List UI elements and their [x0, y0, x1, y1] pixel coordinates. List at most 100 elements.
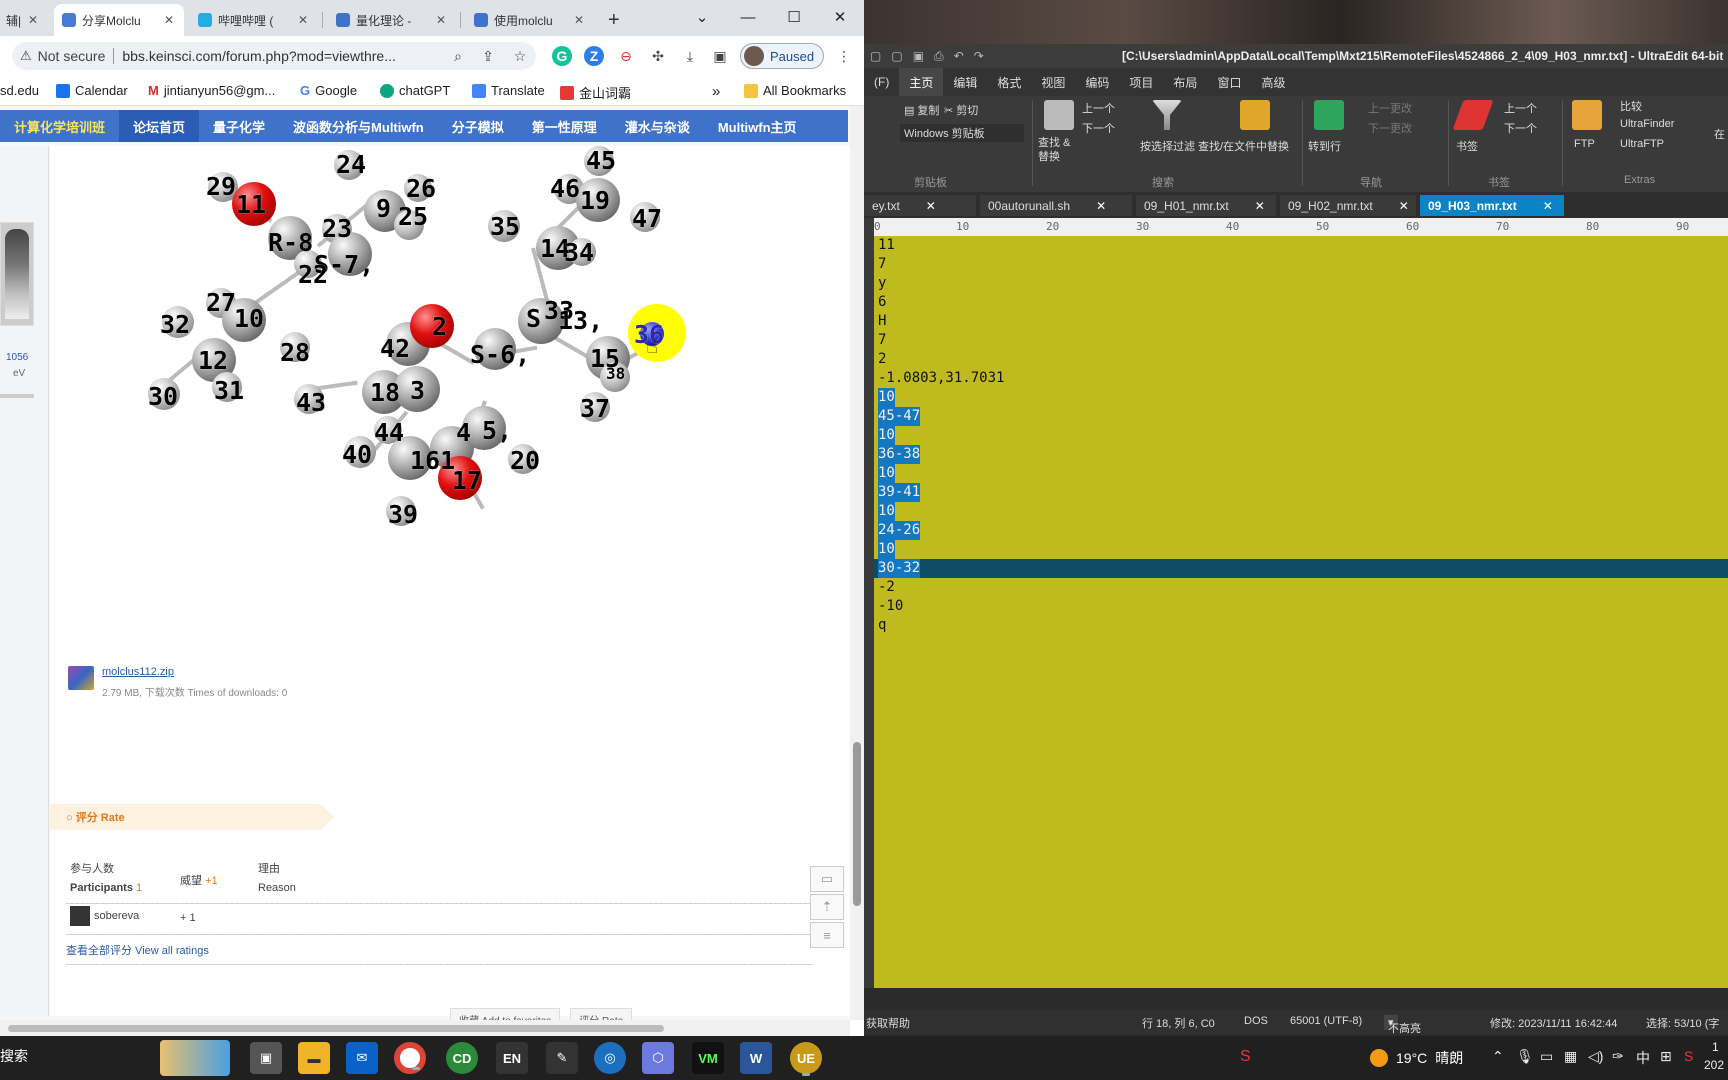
word-icon[interactable]: W	[740, 1042, 772, 1074]
file-tab[interactable]: 00autorunall.sh ✕	[980, 195, 1132, 216]
star-bookmark-icon[interactable]: ☆	[510, 46, 530, 66]
menu-edit[interactable]: 编辑	[943, 68, 987, 96]
chrome-icon[interactable]	[394, 1042, 426, 1074]
menu-layout[interactable]: 布局	[1163, 68, 1207, 96]
app-icon-gallery[interactable]: ▣	[250, 1042, 282, 1074]
file-tab[interactable]: ey.txt ✕	[864, 195, 976, 216]
file-explorer-icon[interactable]: ▬	[298, 1042, 330, 1074]
back-to-top-icon[interactable]: ⇡	[810, 894, 844, 920]
url-text[interactable]: bbs.keinsci.com/forum.php?mod=viewthre..…	[122, 48, 396, 64]
status-encoding[interactable]: 65001 (UTF-8)	[1290, 1015, 1362, 1027]
bookmark-item[interactable]: Calendar	[56, 83, 128, 98]
menu-coding[interactable]: 编码	[1075, 68, 1119, 96]
browser-tab-4[interactable]: 量化理论 - ✕	[328, 4, 456, 36]
scrollbar-thumb[interactable]	[8, 1025, 664, 1032]
all-bookmarks-folder[interactable]: All Bookmarks	[744, 83, 846, 98]
menu-home[interactable]: 主页	[899, 68, 944, 96]
status-eol[interactable]: DOS	[1244, 1015, 1268, 1027]
undo-icon[interactable]: ↶	[954, 49, 964, 64]
close-icon[interactable]: ✕	[436, 13, 446, 27]
prev-change-button[interactable]: 上一更改	[1368, 100, 1412, 116]
magnifier-tool-icon[interactable]: ✎	[546, 1042, 578, 1074]
new-file-icon[interactable]: ▢	[870, 49, 881, 64]
open-icon[interactable]: ▢	[891, 49, 902, 64]
close-icon[interactable]: ✕	[926, 199, 936, 213]
compare-button[interactable]: 比较	[1620, 98, 1642, 114]
close-icon[interactable]: ✕	[1399, 199, 1409, 213]
browser-tab-1[interactable]: 辅| ✕	[0, 4, 48, 36]
tab-search-dropdown-icon[interactable]: ⌄	[680, 0, 724, 34]
pen-icon[interactable]: ✑	[1612, 1048, 1624, 1065]
next-change-button[interactable]: 下一更改	[1368, 120, 1412, 136]
nav-training[interactable]: 计算化学培训班	[0, 110, 119, 142]
close-icon[interactable]: ✕	[1543, 199, 1553, 213]
vpn-app-icon[interactable]: ⬡	[642, 1042, 674, 1074]
more-button[interactable]: 在	[1714, 126, 1725, 142]
comment-icon[interactable]: ▭	[810, 866, 844, 892]
bookmark-item[interactable]: G Google	[300, 83, 357, 98]
view-all-ratings-link[interactable]: 查看全部评分 View all ratings	[66, 942, 209, 958]
profile-button[interactable]: Paused	[740, 43, 824, 69]
app-tray-icon-2[interactable]: S	[1684, 1048, 1693, 1064]
chevron-up-icon[interactable]: ⌃	[1492, 1048, 1504, 1065]
nav-first-principles[interactable]: 第一性原理	[518, 110, 611, 142]
file-tab[interactable]: 09_H02_nmr.txt ✕	[1280, 195, 1416, 216]
print-icon[interactable]: ⎙	[934, 49, 944, 64]
vertical-scrollbar[interactable]	[850, 106, 864, 1020]
input-method-icon[interactable]: 中	[1636, 1048, 1650, 1068]
bookmark-item[interactable]: sd.edu	[0, 83, 39, 98]
microphone-icon[interactable]: 🎙	[1516, 1048, 1534, 1065]
status-highlight-select[interactable]: 不高亮 ▾	[1384, 1015, 1421, 1035]
close-icon[interactable]: ✕	[1096, 199, 1106, 213]
clock-date[interactable]: 202	[1704, 1058, 1724, 1072]
maximize-button[interactable]: ☐	[772, 0, 816, 34]
zotero-extension-icon[interactable]: Z	[584, 46, 604, 66]
goto-line-button[interactable]: 转到行	[1308, 138, 1341, 154]
ultraedit-icon[interactable]: UE	[790, 1042, 822, 1076]
clipboard-select[interactable]: Windows 剪贴板	[900, 124, 1024, 142]
browser-tab-2[interactable]: 分享Molclu ✕	[54, 4, 184, 36]
share-icon[interactable]: ⇪	[478, 46, 498, 66]
bookmark-item[interactable]: chatGPT	[380, 83, 450, 98]
bookmark-button[interactable]: 书签	[1456, 138, 1478, 154]
redo-icon[interactable]: ↷	[974, 49, 984, 64]
bookmark-prev-button[interactable]: 上一个	[1504, 100, 1537, 116]
mail-icon[interactable]: ✉	[346, 1042, 378, 1074]
extensions-puzzle-icon[interactable]: ✣	[648, 46, 668, 66]
user-avatar[interactable]	[0, 222, 34, 326]
keyboard-icon[interactable]: ⊞	[1660, 1048, 1672, 1065]
menu-file[interactable]: (F)	[864, 68, 899, 96]
bookmark-next-button[interactable]: 下一个	[1504, 120, 1537, 136]
nav-md[interactable]: 分子模拟	[438, 110, 518, 142]
chemdraw-icon[interactable]: CD	[446, 1042, 478, 1074]
file-tab-active[interactable]: 09_H03_nmr.txt ✕	[1420, 195, 1564, 216]
scrollbar-thumb[interactable]	[853, 742, 861, 906]
horizontal-scrollbar[interactable]	[0, 1020, 850, 1036]
rate-button[interactable]: 评分 Rate	[570, 1008, 633, 1020]
bookmark-item[interactable]: 金山词霸	[560, 83, 631, 102]
close-window-button[interactable]: ✕	[818, 0, 862, 34]
volume-icon[interactable]: ◁)	[1588, 1048, 1603, 1065]
add-favorite-button[interactable]: 收藏 Add to favorites	[450, 1008, 561, 1020]
ftp-button[interactable]: FTP	[1574, 138, 1595, 150]
blocker-extension-icon[interactable]: ⊖	[616, 46, 636, 66]
minimize-button[interactable]: —	[726, 0, 770, 34]
app-tray-icon[interactable]: S	[1240, 1048, 1251, 1066]
taskbar-search[interactable]: 搜索	[0, 1046, 28, 1066]
save-icon[interactable]: ▣	[913, 49, 924, 64]
menu-window[interactable]: 窗口	[1207, 68, 1251, 96]
bookmark-item[interactable]: Mjintianyun56@gm...	[148, 83, 275, 98]
vmd-icon[interactable]: VM	[692, 1042, 724, 1074]
new-tab-button[interactable]: +	[600, 4, 630, 36]
menu-advanced[interactable]: 高级	[1251, 68, 1295, 96]
side-panel-icon[interactable]: ▣	[710, 46, 730, 66]
attachment-link[interactable]: molclus112.zip	[102, 666, 287, 678]
browser-tab-3[interactable]: 哔哩哔哩 ( ✕	[190, 4, 318, 36]
close-icon[interactable]: ✕	[28, 13, 38, 27]
ultraftp-button[interactable]: UltraFTP	[1620, 138, 1664, 150]
grammarly-extension-icon[interactable]: G	[552, 46, 572, 66]
menu-project[interactable]: 项目	[1119, 68, 1163, 96]
filter-selection-button[interactable]: 按选择过滤	[1140, 138, 1195, 154]
battery-icon[interactable]: ▭	[1540, 1048, 1553, 1065]
network-icon[interactable]: ▦	[1564, 1048, 1577, 1065]
